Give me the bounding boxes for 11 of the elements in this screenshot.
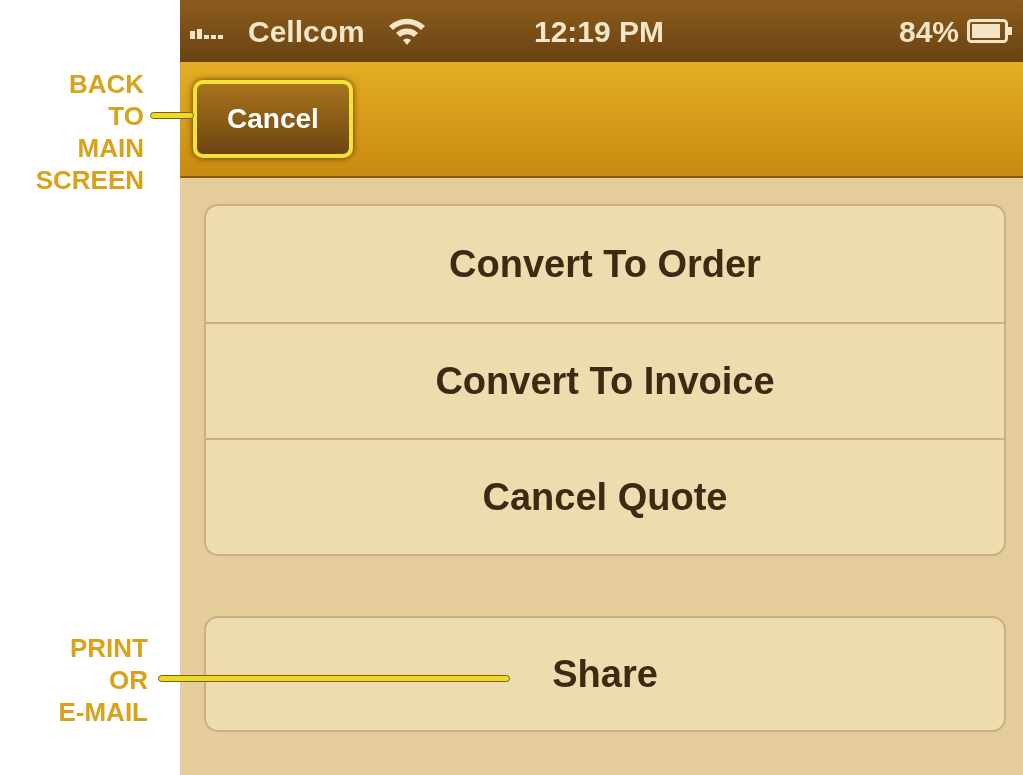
action-button[interactable]: Convert To Invoice	[206, 322, 1004, 438]
share-button[interactable]: Share	[204, 616, 1006, 732]
carrier-name: Cellcom	[248, 13, 365, 50]
callout-label: BACK TO MAIN SCREEN	[34, 68, 144, 196]
clock-time: 12:19 PM	[534, 13, 665, 50]
callout-label: PRINT OR E-MAIL	[57, 632, 148, 728]
battery-percent: 84%	[898, 13, 959, 50]
cancel-button[interactable]: Cancel	[193, 80, 353, 158]
action-button[interactable]: Cancel Quote	[206, 438, 1004, 554]
action-button[interactable]: Convert To Order	[206, 206, 1004, 322]
battery-icon	[967, 19, 1013, 43]
